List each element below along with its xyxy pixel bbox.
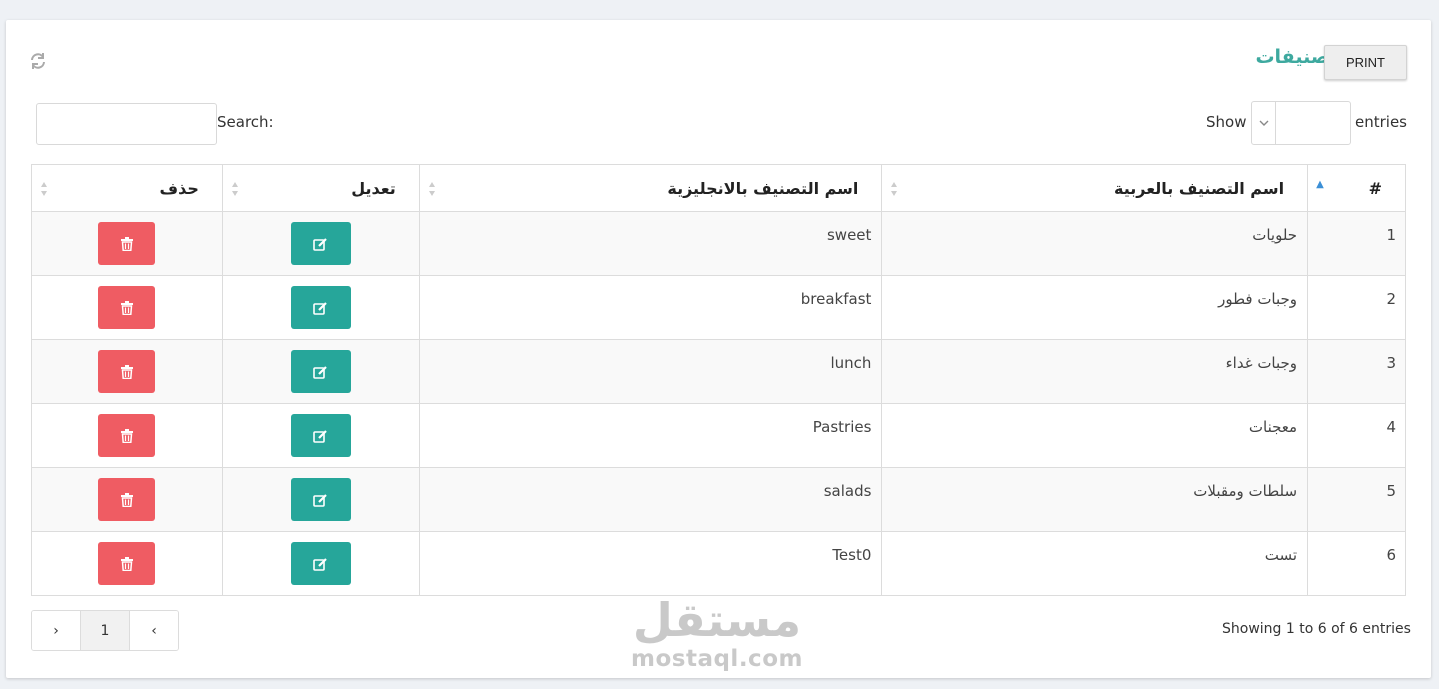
next-page-button[interactable]: › xyxy=(32,611,81,650)
category-name-english: lunch xyxy=(418,339,883,404)
trash-icon xyxy=(120,300,133,315)
column-header-number[interactable]: # ▲ xyxy=(1307,164,1406,212)
edit-cell xyxy=(221,339,420,404)
sort-asc-icon: ▲ xyxy=(1316,179,1324,190)
trash-icon xyxy=(120,492,133,507)
edit-button[interactable] xyxy=(290,414,351,457)
category-name-arabic: وجبات فطور xyxy=(881,275,1309,340)
refresh-icon[interactable] xyxy=(28,51,48,71)
row-number: 1 xyxy=(1307,211,1406,276)
delete-button[interactable] xyxy=(98,222,156,265)
edit-button[interactable] xyxy=(290,350,351,393)
row-number: 5 xyxy=(1307,467,1406,532)
row-number: 2 xyxy=(1307,275,1406,340)
chevron-down-icon xyxy=(1252,102,1276,144)
category-name-english: breakfast xyxy=(418,275,883,340)
column-header-delete[interactable]: حذف xyxy=(31,164,223,212)
row-number: 6 xyxy=(1307,531,1406,596)
sort-icon xyxy=(231,182,238,196)
entries-label: entries xyxy=(1355,113,1407,131)
delete-button[interactable] xyxy=(98,286,156,329)
edit-icon xyxy=(313,493,328,507)
sort-icon xyxy=(428,182,435,196)
edit-icon xyxy=(313,237,328,251)
delete-cell xyxy=(31,339,223,404)
table-row: 1 حلويات sweet xyxy=(31,211,1406,276)
print-button[interactable]: PRINT xyxy=(1324,45,1407,80)
delete-cell xyxy=(31,211,223,276)
category-name-english: Pastries xyxy=(418,403,883,468)
prev-page-button[interactable]: ‹ xyxy=(130,611,178,650)
search-label: Search: xyxy=(217,113,274,131)
edit-button[interactable] xyxy=(290,286,351,329)
delete-button[interactable] xyxy=(98,414,156,457)
entries-length-select[interactable] xyxy=(1251,101,1351,145)
edit-cell xyxy=(221,275,420,340)
delete-cell xyxy=(31,275,223,340)
trash-icon xyxy=(120,364,133,379)
categories-table: # ▲ اسم التصنيف بالعربية اسم التصنيف بال… xyxy=(31,164,1406,596)
page-button-current[interactable]: 1 xyxy=(81,611,130,650)
column-header-english-name[interactable]: اسم التصنيف بالانجليزية xyxy=(418,164,883,212)
search-input[interactable] xyxy=(36,103,217,145)
trash-icon xyxy=(120,428,133,443)
edit-cell xyxy=(221,531,420,596)
delete-button[interactable] xyxy=(98,350,156,393)
watermark-logo: مستقل mostaql.com xyxy=(631,593,803,672)
column-header-arabic-name[interactable]: اسم التصنيف بالعربية xyxy=(881,164,1309,212)
category-name-english: Test0 xyxy=(418,531,883,596)
edit-icon xyxy=(313,429,328,443)
category-name-arabic: وجبات غداء xyxy=(881,339,1309,404)
categories-panel: التصنيفات PRINT Search: Show entries # ▲ xyxy=(6,20,1431,678)
delete-button[interactable] xyxy=(98,478,156,521)
table-row: 6 تست Test0 xyxy=(31,531,1406,596)
category-name-english: sweet xyxy=(418,211,883,276)
trash-icon xyxy=(120,236,133,251)
table-row: 5 سلطات ومقبلات salads xyxy=(31,467,1406,532)
edit-cell xyxy=(221,467,420,532)
delete-cell xyxy=(31,531,223,596)
edit-icon xyxy=(313,557,328,571)
edit-button[interactable] xyxy=(290,478,351,521)
sort-icon xyxy=(41,182,47,196)
table-header-row: # ▲ اسم التصنيف بالعربية اسم التصنيف بال… xyxy=(31,164,1406,212)
row-number: 4 xyxy=(1307,403,1406,468)
category-name-arabic: حلويات xyxy=(881,211,1309,276)
delete-cell xyxy=(31,467,223,532)
category-name-arabic: معجنات xyxy=(881,403,1309,468)
edit-cell xyxy=(221,211,420,276)
trash-icon xyxy=(120,556,133,571)
edit-icon xyxy=(313,301,328,315)
sort-icon xyxy=(891,182,898,196)
delete-cell xyxy=(31,403,223,468)
table-row: 4 معجنات Pastries xyxy=(31,403,1406,468)
edit-button[interactable] xyxy=(290,542,351,585)
edit-button[interactable] xyxy=(290,222,351,265)
table-row: 2 وجبات فطور breakfast xyxy=(31,275,1406,340)
edit-icon xyxy=(313,365,328,379)
category-name-english: salads xyxy=(418,467,883,532)
table-row: 3 وجبات غداء lunch xyxy=(31,339,1406,404)
column-header-edit[interactable]: تعديل xyxy=(221,164,420,212)
row-number: 3 xyxy=(1307,339,1406,404)
delete-button[interactable] xyxy=(98,542,156,585)
category-name-arabic: تست xyxy=(881,531,1309,596)
edit-cell xyxy=(221,403,420,468)
table-info: Showing 1 to 6 of 6 entries xyxy=(1222,621,1411,637)
category-name-arabic: سلطات ومقبلات xyxy=(881,467,1309,532)
pagination: › 1 ‹ xyxy=(31,610,179,651)
show-label: Show xyxy=(1206,113,1247,131)
